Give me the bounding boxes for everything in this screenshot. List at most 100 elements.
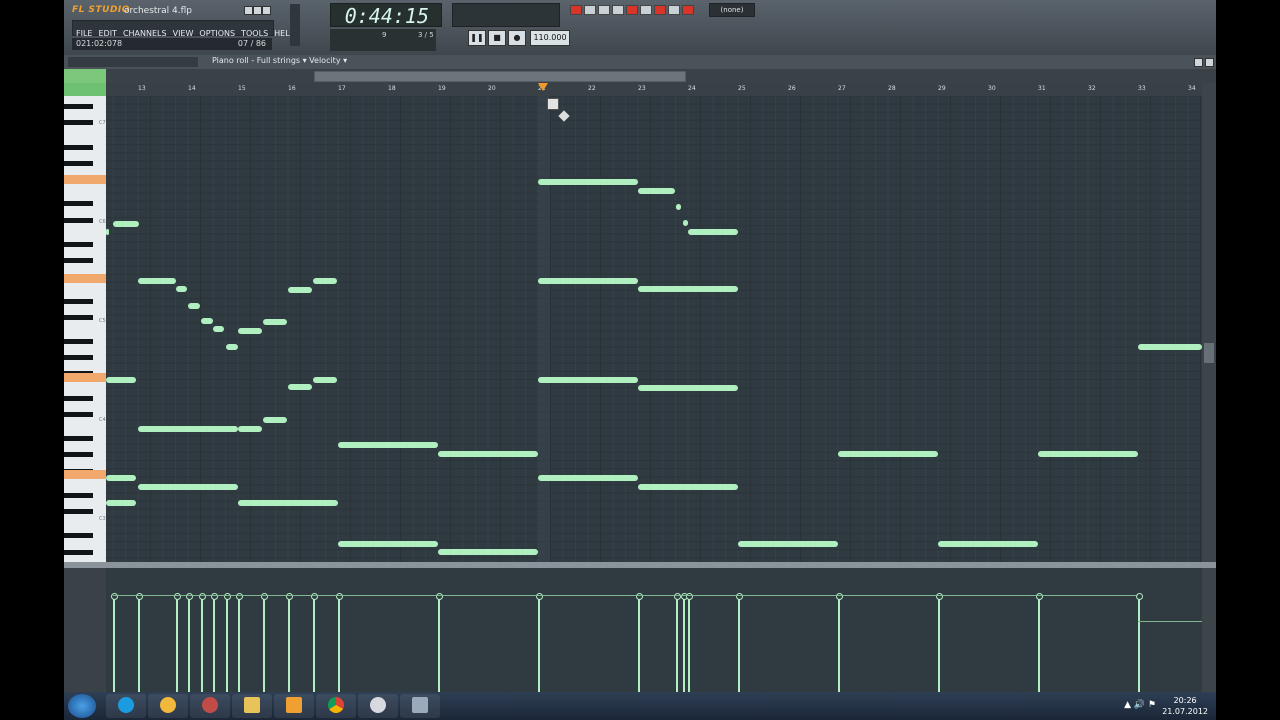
note[interactable] [238, 328, 262, 334]
stop-icon[interactable]: ■ [488, 30, 506, 46]
note[interactable] [106, 475, 136, 481]
vertical-scroll-thumb[interactable] [1204, 343, 1214, 363]
timeline-ruler[interactable]: 13 14 15 16 17 18 19 20 21 22 23 24 25 26 27 28 29 30 31 32… [106, 83, 1202, 97]
wait-icon[interactable] [612, 5, 624, 15]
velocity-bar[interactable] [226, 596, 228, 692]
velocity-bar[interactable] [1138, 622, 1140, 692]
countdown-icon[interactable] [598, 5, 610, 15]
time-display[interactable]: 0:44:15 [330, 3, 442, 28]
note[interactable] [138, 426, 238, 432]
note[interactable] [676, 204, 681, 210]
highlighted-key[interactable] [64, 373, 106, 382]
target-selector[interactable]: Velocity [309, 56, 340, 65]
typing-keyboard-icon[interactable] [668, 5, 680, 15]
taskbar-chrome[interactable] [316, 694, 356, 718]
black-key[interactable] [64, 217, 93, 223]
velocity-lane[interactable] [106, 568, 1202, 692]
note[interactable] [638, 286, 738, 292]
master-volume-slider[interactable] [290, 4, 300, 46]
close-icon[interactable] [262, 6, 271, 15]
taskbar-fl-studio[interactable] [148, 694, 188, 718]
note[interactable] [106, 377, 136, 383]
note[interactable] [538, 475, 638, 481]
black-key[interactable] [64, 241, 93, 247]
note[interactable] [201, 318, 213, 324]
taskbar-skype[interactable] [106, 694, 146, 718]
snap-selector[interactable] [64, 83, 106, 96]
velocity-bar[interactable] [738, 596, 740, 692]
black-key[interactable] [64, 160, 93, 166]
black-key[interactable] [64, 411, 93, 417]
note[interactable] [288, 287, 312, 293]
velocity-bar[interactable] [688, 596, 690, 692]
system-tray[interactable]: ▲ 🔊 ⚑ [1124, 700, 1156, 710]
note[interactable] [838, 451, 938, 457]
piano-roll-tools[interactable] [68, 57, 198, 67]
note[interactable] [288, 384, 312, 390]
minimize-icon[interactable] [244, 6, 253, 15]
note[interactable] [138, 484, 238, 490]
window-close-icon[interactable] [1205, 58, 1214, 67]
play-pause-icon[interactable]: ❚❚ [468, 30, 486, 46]
window-maximize-icon[interactable] [1194, 58, 1203, 67]
vertical-scrollbar[interactable] [1202, 83, 1216, 562]
blend-icon[interactable] [654, 5, 666, 15]
highlighted-key[interactable] [64, 274, 106, 283]
start-button[interactable] [68, 694, 96, 718]
black-key[interactable] [64, 549, 93, 555]
velocity-bar[interactable] [638, 596, 640, 692]
note[interactable] [738, 541, 838, 547]
note[interactable] [226, 344, 238, 350]
velocity-scrollbar[interactable] [1202, 568, 1216, 692]
black-key[interactable] [64, 436, 93, 442]
horizontal-scrollbar[interactable] [64, 69, 1216, 83]
black-key[interactable] [64, 533, 93, 539]
velocity-bar[interactable] [138, 596, 140, 692]
metronome-icon[interactable] [584, 5, 596, 15]
note[interactable] [263, 319, 287, 325]
taskbar-explorer[interactable] [232, 694, 272, 718]
velocity-bar[interactable] [188, 596, 190, 692]
black-key[interactable] [64, 492, 93, 498]
velocity-bar[interactable] [838, 596, 840, 692]
black-key[interactable] [64, 144, 93, 150]
note[interactable] [338, 442, 438, 448]
playhead-marker[interactable] [538, 83, 548, 91]
black-key[interactable] [64, 339, 93, 344]
taskbar-media[interactable] [274, 694, 314, 718]
color-swatch[interactable] [64, 69, 106, 83]
piano-keyboard[interactable]: C7 C6 C5 C4 C3 [64, 96, 106, 562]
velocity-bar[interactable] [176, 596, 178, 692]
taskbar-wine[interactable] [190, 694, 230, 718]
velocity-bar[interactable] [683, 596, 685, 692]
note[interactable] [106, 500, 136, 506]
pattern-selector[interactable]: (none) [709, 3, 755, 17]
taskbar-window[interactable] [400, 694, 440, 718]
velocity-bar[interactable] [438, 596, 440, 692]
velocity-bar[interactable] [538, 596, 540, 692]
note[interactable] [1038, 451, 1138, 457]
menu-file[interactable]: FILE [76, 29, 92, 38]
note[interactable] [106, 229, 109, 235]
black-key[interactable] [64, 201, 93, 207]
note[interactable] [263, 417, 287, 423]
velocity-bar[interactable] [113, 596, 115, 692]
black-key[interactable] [64, 298, 93, 304]
tempo-display[interactable]: 110.000 [530, 30, 570, 46]
clock[interactable]: 20:26 21.07.2012 [1162, 695, 1208, 717]
note[interactable] [438, 549, 538, 555]
black-key[interactable] [64, 120, 93, 126]
maximize-icon[interactable] [253, 6, 262, 15]
menu-view[interactable]: VIEW [173, 29, 194, 38]
note[interactable] [638, 188, 675, 194]
loop-record-icon[interactable] [626, 5, 638, 15]
velocity-bar[interactable] [201, 596, 203, 692]
velocity-bar[interactable] [676, 596, 678, 692]
black-key[interactable] [64, 395, 93, 401]
black-key[interactable] [64, 355, 93, 361]
record-mode-icon[interactable] [570, 5, 582, 15]
note[interactable] [188, 303, 200, 309]
menu-tools[interactable]: TOOLS [241, 29, 268, 38]
black-key[interactable] [64, 452, 93, 458]
note[interactable] [538, 179, 638, 185]
